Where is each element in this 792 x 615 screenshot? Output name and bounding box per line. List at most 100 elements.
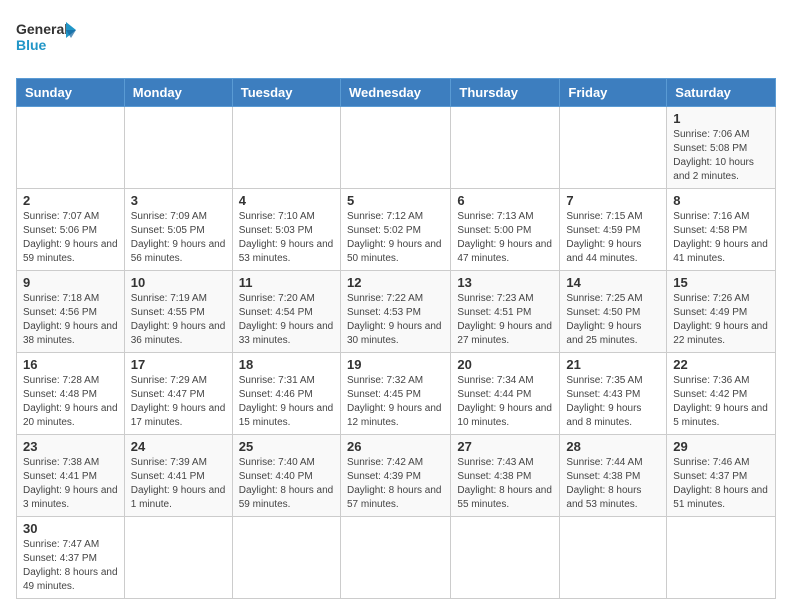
day-number: 21 <box>566 357 660 372</box>
calendar-cell: 3Sunrise: 7:09 AM Sunset: 5:05 PM Daylig… <box>124 189 232 271</box>
day-info: Sunrise: 7:31 AM Sunset: 4:46 PM Dayligh… <box>239 374 334 430</box>
calendar-cell: 11 Sunrise: 7:20 AM Sunset: 4:54 PM Dayli… <box>232 271 340 353</box>
day-number: 16 <box>23 357 118 372</box>
calendar: SundayMondayTuesdayWednesdayThursdayFrid… <box>16 78 776 599</box>
day-number: 3 <box>131 193 226 208</box>
calendar-cell: 29Sunrise: 7:46 AM Sunset: 4:37 PM Dayli… <box>667 435 776 517</box>
day-number: 6 <box>457 193 553 208</box>
weekday-header-thursday: Thursday <box>451 79 560 107</box>
day-number: 11 <box>239 275 334 290</box>
day-info: Sunrise: 7:23 AM Sunset: 4:51 PM Dayligh… <box>457 292 553 348</box>
day-number: 25 <box>239 439 334 454</box>
day-info: Sunrise: 7:26 AM Sunset: 4:49 PM Dayligh… <box>673 292 769 348</box>
day-number: 1 <box>673 111 769 126</box>
calendar-cell <box>451 517 560 599</box>
calendar-cell <box>340 517 450 599</box>
day-number: 5 <box>347 193 444 208</box>
calendar-week-row: 1Sunrise: 7:06 AM Sunset: 5:08 PM Daylig… <box>17 107 776 189</box>
day-info: Sunrise: 7:38 AM Sunset: 4:41 PM Dayligh… <box>23 456 118 512</box>
calendar-cell: 7Sunrise: 7:15 AM Sunset: 4:59 PM Daylig… <box>560 189 667 271</box>
calendar-cell <box>340 107 450 189</box>
calendar-cell: 24 Sunrise: 7:39 AM Sunset: 4:41 PM Dayli… <box>124 435 232 517</box>
weekday-header-saturday: Saturday <box>667 79 776 107</box>
day-number: 9 <box>23 275 118 290</box>
day-info: Sunrise: 7:20 AM Sunset: 4:54 PM Dayligh… <box>239 292 334 348</box>
calendar-cell <box>451 107 560 189</box>
day-number: 2 <box>23 193 118 208</box>
calendar-cell: 6 Sunrise: 7:13 AM Sunset: 5:00 PM Daylig… <box>451 189 560 271</box>
day-info: Sunrise: 7:18 AM Sunset: 4:56 PM Dayligh… <box>23 292 118 348</box>
day-number: 4 <box>239 193 334 208</box>
day-number: 28 <box>566 439 660 454</box>
day-info: Sunrise: 7:16 AM Sunset: 4:58 PM Dayligh… <box>673 210 769 266</box>
calendar-week-row: 9 Sunrise: 7:18 AM Sunset: 4:56 PM Daylig… <box>17 271 776 353</box>
calendar-cell: 8Sunrise: 7:16 AM Sunset: 4:58 PM Daylig… <box>667 189 776 271</box>
calendar-header-row: SundayMondayTuesdayWednesdayThursdayFrid… <box>17 79 776 107</box>
calendar-cell: 10Sunrise: 7:19 AM Sunset: 4:55 PM Dayli… <box>124 271 232 353</box>
calendar-cell: 12 Sunrise: 7:22 AM Sunset: 4:53 PM Dayli… <box>340 271 450 353</box>
svg-text:Blue: Blue <box>16 37 47 53</box>
day-info: Sunrise: 7:10 AM Sunset: 5:03 PM Dayligh… <box>239 210 334 266</box>
calendar-cell <box>560 517 667 599</box>
day-number: 23 <box>23 439 118 454</box>
calendar-cell: 13 Sunrise: 7:23 AM Sunset: 4:51 PM Dayli… <box>451 271 560 353</box>
day-number: 22 <box>673 357 769 372</box>
day-number: 15 <box>673 275 769 290</box>
day-number: 30 <box>23 521 118 536</box>
weekday-header-friday: Friday <box>560 79 667 107</box>
calendar-cell: 16 Sunrise: 7:28 AM Sunset: 4:48 PM Dayli… <box>17 353 125 435</box>
day-number: 19 <box>347 357 444 372</box>
day-info: Sunrise: 7:13 AM Sunset: 5:00 PM Dayligh… <box>457 210 553 266</box>
day-info: Sunrise: 7:43 AM Sunset: 4:38 PM Dayligh… <box>457 456 553 512</box>
day-number: 13 <box>457 275 553 290</box>
day-info: Sunrise: 7:22 AM Sunset: 4:53 PM Dayligh… <box>347 292 444 348</box>
calendar-week-row: 16 Sunrise: 7:28 AM Sunset: 4:48 PM Dayli… <box>17 353 776 435</box>
weekday-header-monday: Monday <box>124 79 232 107</box>
calendar-cell: 15 Sunrise: 7:26 AM Sunset: 4:49 PM Dayli… <box>667 271 776 353</box>
calendar-cell: 1Sunrise: 7:06 AM Sunset: 5:08 PM Daylig… <box>667 107 776 189</box>
day-info: Sunrise: 7:28 AM Sunset: 4:48 PM Dayligh… <box>23 374 118 430</box>
calendar-cell: 17Sunrise: 7:29 AM Sunset: 4:47 PM Dayli… <box>124 353 232 435</box>
day-info: Sunrise: 7:34 AM Sunset: 4:44 PM Dayligh… <box>457 374 553 430</box>
calendar-cell: 25 Sunrise: 7:40 AM Sunset: 4:40 PM Dayli… <box>232 435 340 517</box>
day-info: Sunrise: 7:46 AM Sunset: 4:37 PM Dayligh… <box>673 456 769 512</box>
day-info: Sunrise: 7:47 AM Sunset: 4:37 PM Dayligh… <box>23 538 118 594</box>
calendar-cell <box>232 517 340 599</box>
day-number: 27 <box>457 439 553 454</box>
weekday-header-wednesday: Wednesday <box>340 79 450 107</box>
calendar-cell <box>17 107 125 189</box>
day-number: 7 <box>566 193 660 208</box>
calendar-cell: 9 Sunrise: 7:18 AM Sunset: 4:56 PM Daylig… <box>17 271 125 353</box>
calendar-cell <box>232 107 340 189</box>
calendar-cell: 18Sunrise: 7:31 AM Sunset: 4:46 PM Dayli… <box>232 353 340 435</box>
day-info: Sunrise: 7:40 AM Sunset: 4:40 PM Dayligh… <box>239 456 334 512</box>
calendar-week-row: 23 Sunrise: 7:38 AM Sunset: 4:41 PM Dayli… <box>17 435 776 517</box>
day-number: 26 <box>347 439 444 454</box>
calendar-cell: 26 Sunrise: 7:42 AM Sunset: 4:39 PM Dayli… <box>340 435 450 517</box>
day-number: 10 <box>131 275 226 290</box>
calendar-cell: 27 Sunrise: 7:43 AM Sunset: 4:38 PM Dayli… <box>451 435 560 517</box>
day-number: 24 <box>131 439 226 454</box>
calendar-week-row: 30 Sunrise: 7:47 AM Sunset: 4:37 PM Dayli… <box>17 517 776 599</box>
day-info: Sunrise: 7:25 AM Sunset: 4:50 PM Dayligh… <box>566 292 660 348</box>
day-info: Sunrise: 7:07 AM Sunset: 5:06 PM Dayligh… <box>23 210 118 266</box>
day-info: Sunrise: 7:35 AM Sunset: 4:43 PM Dayligh… <box>566 374 660 430</box>
calendar-cell <box>124 107 232 189</box>
weekday-header-tuesday: Tuesday <box>232 79 340 107</box>
svg-text:General: General <box>16 21 68 37</box>
calendar-body: 1Sunrise: 7:06 AM Sunset: 5:08 PM Daylig… <box>17 107 776 599</box>
day-info: Sunrise: 7:12 AM Sunset: 5:02 PM Dayligh… <box>347 210 444 266</box>
day-number: 12 <box>347 275 444 290</box>
logo: General Blue <box>16 16 76 66</box>
calendar-cell: 5 Sunrise: 7:12 AM Sunset: 5:02 PM Daylig… <box>340 189 450 271</box>
calendar-cell: 22Sunrise: 7:36 AM Sunset: 4:42 PM Dayli… <box>667 353 776 435</box>
day-info: Sunrise: 7:42 AM Sunset: 4:39 PM Dayligh… <box>347 456 444 512</box>
calendar-cell: 20Sunrise: 7:34 AM Sunset: 4:44 PM Dayli… <box>451 353 560 435</box>
header: General Blue <box>16 16 776 66</box>
day-info: Sunrise: 7:39 AM Sunset: 4:41 PM Dayligh… <box>131 456 226 512</box>
day-info: Sunrise: 7:29 AM Sunset: 4:47 PM Dayligh… <box>131 374 226 430</box>
calendar-cell <box>667 517 776 599</box>
weekday-header-sunday: Sunday <box>17 79 125 107</box>
day-info: Sunrise: 7:32 AM Sunset: 4:45 PM Dayligh… <box>347 374 444 430</box>
calendar-cell <box>560 107 667 189</box>
